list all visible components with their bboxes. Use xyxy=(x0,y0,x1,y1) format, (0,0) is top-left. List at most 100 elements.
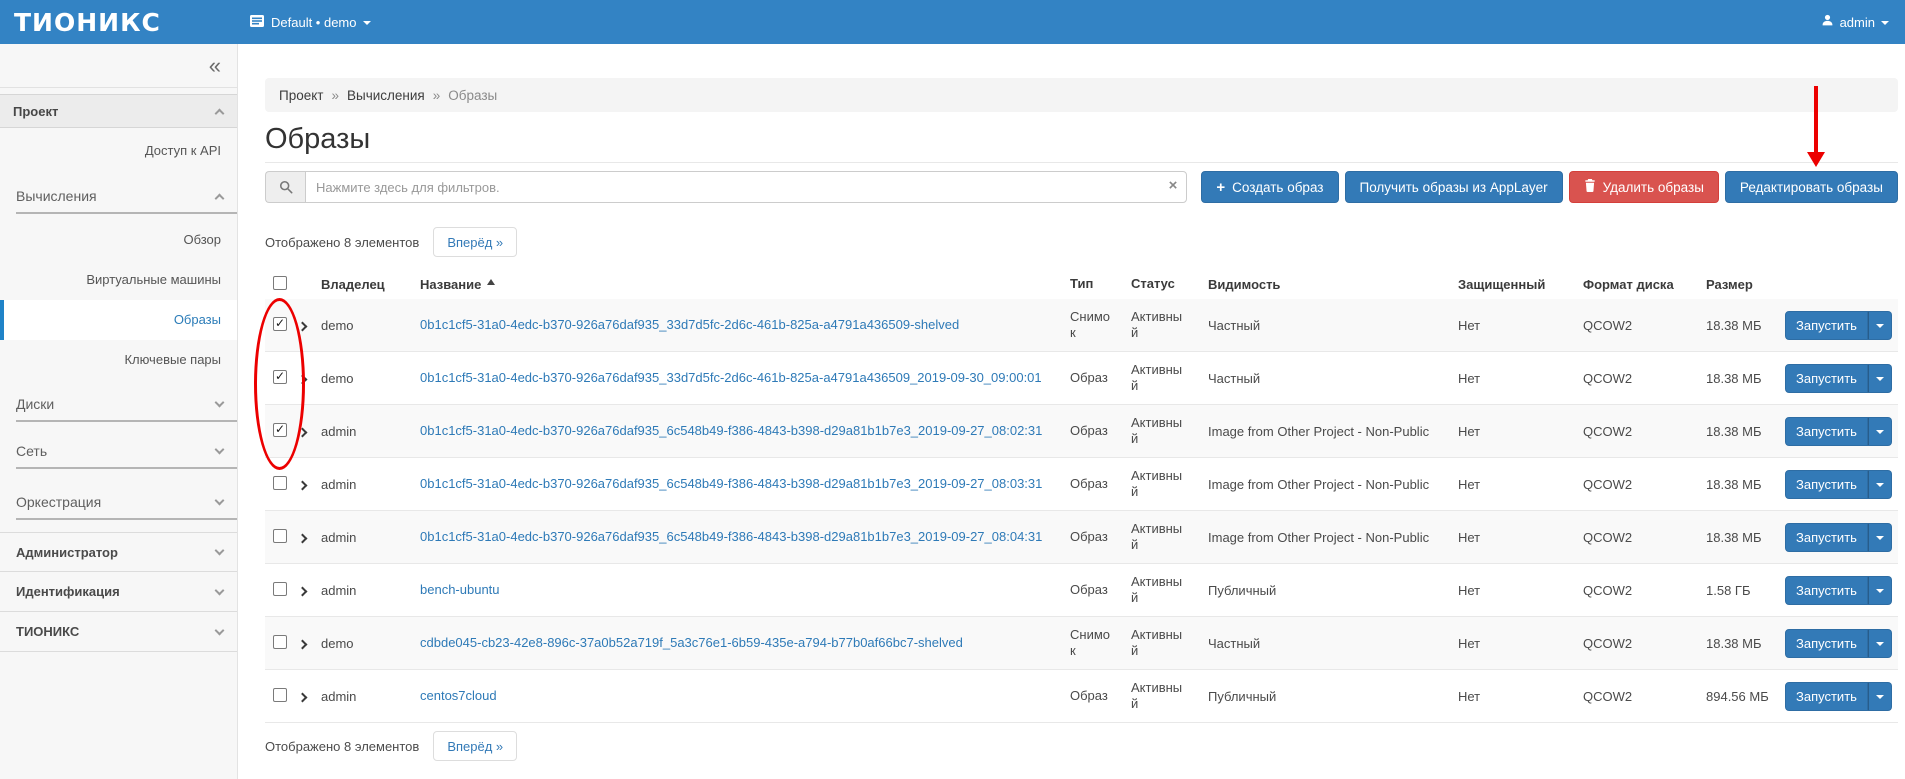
cell-protected: Нет xyxy=(1450,424,1578,439)
cell-protected: Нет xyxy=(1450,318,1578,333)
row-actions: Запустить xyxy=(1785,311,1892,340)
expand-row-icon[interactable] xyxy=(298,374,308,384)
breadcrumb-project[interactable]: Проект xyxy=(279,88,323,103)
launch-button[interactable]: Запустить xyxy=(1785,311,1868,340)
column-header-type[interactable]: Тип xyxy=(1065,276,1125,292)
image-name-link[interactable]: centos7cloud xyxy=(420,688,497,704)
actions-dropdown-toggle[interactable] xyxy=(1868,682,1892,711)
actions-dropdown-toggle[interactable] xyxy=(1868,311,1892,340)
column-header-disk-format[interactable]: Формат диска xyxy=(1578,277,1700,292)
column-header-protected[interactable]: Защищенный xyxy=(1450,277,1578,292)
sidebar-section-admin[interactable]: Администратор xyxy=(0,532,237,572)
sidebar-section-project[interactable]: Проект xyxy=(0,94,237,128)
table-header-row: Владелец Название Тип Статус Видимость З… xyxy=(265,269,1898,299)
select-all-checkbox[interactable] xyxy=(273,276,287,290)
column-header-status[interactable]: Статус xyxy=(1125,276,1200,292)
cell-owner: admin xyxy=(321,530,420,545)
brand-logo[interactable]: ТИОНИКС xyxy=(0,8,238,37)
sidebar-item-instances[interactable]: Виртуальные машины xyxy=(0,260,237,300)
user-menu[interactable]: admin xyxy=(1821,14,1905,30)
actions-dropdown-toggle[interactable] xyxy=(1868,364,1892,393)
sidebar-item-overview[interactable]: Обзор xyxy=(0,220,237,260)
cell-disk-format: QCOW2 xyxy=(1578,689,1700,704)
expand-row-icon[interactable] xyxy=(298,321,308,331)
sidebar-section-identity[interactable]: Идентификация xyxy=(0,572,237,612)
caret-down-icon xyxy=(1876,642,1884,646)
row-actions: Запустить xyxy=(1785,470,1892,499)
column-header-visibility[interactable]: Видимость xyxy=(1200,277,1450,292)
sidebar-collapse-button[interactable]: « xyxy=(209,55,221,77)
cell-owner: demo xyxy=(321,636,420,651)
cell-visibility: Image from Other Project - Non-Public xyxy=(1200,530,1450,545)
launch-button[interactable]: Запустить xyxy=(1785,417,1868,446)
actions-dropdown-toggle[interactable] xyxy=(1868,576,1892,605)
column-header-owner[interactable]: Владелец xyxy=(321,277,420,292)
row-checkbox[interactable] xyxy=(273,582,287,596)
cell-disk-format: QCOW2 xyxy=(1578,530,1700,545)
actions-dropdown-toggle[interactable] xyxy=(1868,417,1892,446)
sidebar-group-volumes[interactable]: Диски xyxy=(0,388,237,420)
project-context-switcher[interactable]: Default • demo xyxy=(250,15,371,30)
launch-button[interactable]: Запустить xyxy=(1785,682,1868,711)
next-page-button[interactable]: Вперёд » xyxy=(433,227,517,257)
sidebar-item-keypairs[interactable]: Ключевые пары xyxy=(0,340,237,380)
images-table: Владелец Название Тип Статус Видимость З… xyxy=(265,269,1898,723)
group-divider xyxy=(16,212,237,214)
row-checkbox[interactable] xyxy=(273,317,287,331)
table-row: admin centos7cloud Образ Активный Публич… xyxy=(265,670,1898,723)
sidebar-group-label: Диски xyxy=(16,396,54,412)
column-header-size[interactable]: Размер xyxy=(1700,277,1785,292)
image-name-link[interactable]: 0b1c1cf5-31a0-4edc-b370-926a76daf935_33d… xyxy=(420,370,1042,386)
image-name-link[interactable]: bench-ubuntu xyxy=(420,582,500,598)
expand-row-icon[interactable] xyxy=(298,639,308,649)
launch-button[interactable]: Запустить xyxy=(1785,523,1868,552)
row-checkbox[interactable] xyxy=(273,635,287,649)
launch-button[interactable]: Запустить xyxy=(1785,576,1868,605)
actions-dropdown-toggle[interactable] xyxy=(1868,629,1892,658)
create-image-button[interactable]: + Создать образ xyxy=(1201,171,1338,203)
items-count: Отображено 8 элементов xyxy=(265,739,419,754)
row-checkbox[interactable] xyxy=(273,529,287,543)
delete-images-button[interactable]: Удалить образы xyxy=(1569,171,1719,203)
image-name-link[interactable]: 0b1c1cf5-31a0-4edc-b370-926a76daf935_6c5… xyxy=(420,529,1042,545)
applayer-label: Получить образы из AppLayer xyxy=(1360,180,1548,195)
image-name-link[interactable]: 0b1c1cf5-31a0-4edc-b370-926a76daf935_33d… xyxy=(420,317,959,333)
expand-row-icon[interactable] xyxy=(298,427,308,437)
next-page-button[interactable]: Вперёд » xyxy=(433,731,517,761)
edit-images-label: Редактировать образы xyxy=(1740,180,1883,195)
filter-input[interactable] xyxy=(305,171,1187,203)
breadcrumb-compute[interactable]: Вычисления xyxy=(347,88,425,103)
sidebar-item-api-access[interactable]: Доступ к API xyxy=(0,134,237,168)
get-applayer-images-button[interactable]: Получить образы из AppLayer xyxy=(1345,171,1563,203)
expand-row-icon[interactable] xyxy=(298,480,308,490)
sidebar-item-images[interactable]: Образы xyxy=(0,300,237,340)
cell-status: Активный xyxy=(1125,309,1200,341)
clear-filter-icon[interactable]: × xyxy=(1169,177,1178,195)
chevron-down-icon xyxy=(215,445,225,455)
edit-images-button[interactable]: Редактировать образы xyxy=(1725,171,1898,203)
sidebar-group-network[interactable]: Сеть xyxy=(0,435,237,467)
row-checkbox[interactable] xyxy=(273,423,287,437)
row-checkbox[interactable] xyxy=(273,370,287,384)
launch-button[interactable]: Запустить xyxy=(1785,364,1868,393)
column-header-name[interactable]: Название xyxy=(420,277,1065,292)
expand-row-icon[interactable] xyxy=(298,586,308,596)
row-checkbox[interactable] xyxy=(273,688,287,702)
image-name-link[interactable]: cdbde045-cb23-42e8-896c-37a0b52a719f_5a3… xyxy=(420,635,963,651)
image-name-link[interactable]: 0b1c1cf5-31a0-4edc-b370-926a76daf935_6c5… xyxy=(420,476,1042,492)
pagination-top: Отображено 8 элементов Вперёд » xyxy=(265,227,1898,257)
image-name-link[interactable]: 0b1c1cf5-31a0-4edc-b370-926a76daf935_6c5… xyxy=(420,423,1042,439)
expand-row-icon[interactable] xyxy=(298,533,308,543)
sidebar-group-compute[interactable]: Вычисления xyxy=(0,180,237,212)
sidebar-group-orchestration[interactable]: Оркестрация xyxy=(0,486,237,518)
expand-row-icon[interactable] xyxy=(298,692,308,702)
user-icon xyxy=(1821,14,1834,30)
row-checkbox[interactable] xyxy=(273,476,287,490)
actions-dropdown-toggle[interactable] xyxy=(1868,523,1892,552)
sidebar-section-tionix[interactable]: ТИОНИКС xyxy=(0,612,237,652)
actions-dropdown-toggle[interactable] xyxy=(1868,470,1892,499)
launch-button[interactable]: Запустить xyxy=(1785,629,1868,658)
launch-button[interactable]: Запустить xyxy=(1785,470,1868,499)
toolbar: × + Создать образ Получить образы из App… xyxy=(265,171,1898,203)
row-actions: Запустить xyxy=(1785,682,1892,711)
